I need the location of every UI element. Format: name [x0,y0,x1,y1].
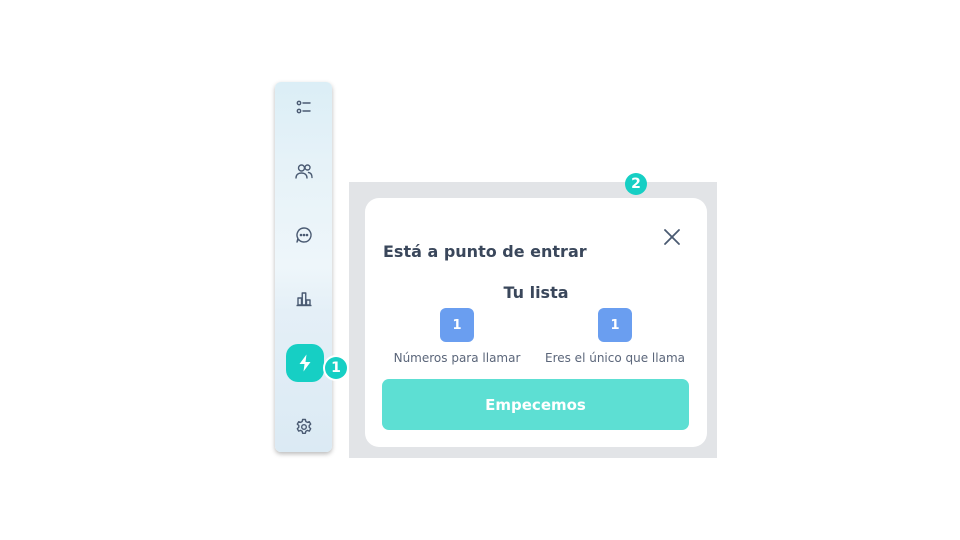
start-session-modal: Está a punto de entrar Tu lista 1 Número… [365,198,707,447]
sidebar-item-chat[interactable] [275,215,332,255]
stat-numbers-to-call: 1 Números para llamar [372,308,542,365]
stat-value: 1 [440,308,474,342]
gear-icon [296,418,311,434]
close-icon [664,229,680,245]
stat-label: Eres el único que llama [544,351,685,365]
step-badge-1: 1 [325,357,347,379]
flash-icon [299,354,311,372]
users-icon [294,164,313,179]
sidebar-item-dialer[interactable] [286,344,324,382]
stat-value: 1 [598,308,632,342]
step-badge-2: 2 [625,173,647,195]
modal-backdrop: Está a punto de entrar Tu lista 1 Número… [349,182,717,458]
sidebar [275,82,332,452]
sidebar-item-settings[interactable] [275,407,332,447]
sidebar-item-reports[interactable] [275,279,332,319]
close-button[interactable] [660,225,684,249]
stat-label: Números para llamar [393,351,521,365]
stat-callers: 1 Eres el único que llama [530,308,700,365]
list-title: Tu lista [503,283,569,302]
start-button[interactable]: Empecemos [382,379,689,430]
bar-chart-icon [296,292,311,307]
modal-title: Está a punto de entrar [383,242,587,261]
sidebar-item-list[interactable] [275,87,332,127]
list-icon [296,100,311,114]
chat-icon [295,227,312,243]
sidebar-item-contacts[interactable] [275,151,332,191]
